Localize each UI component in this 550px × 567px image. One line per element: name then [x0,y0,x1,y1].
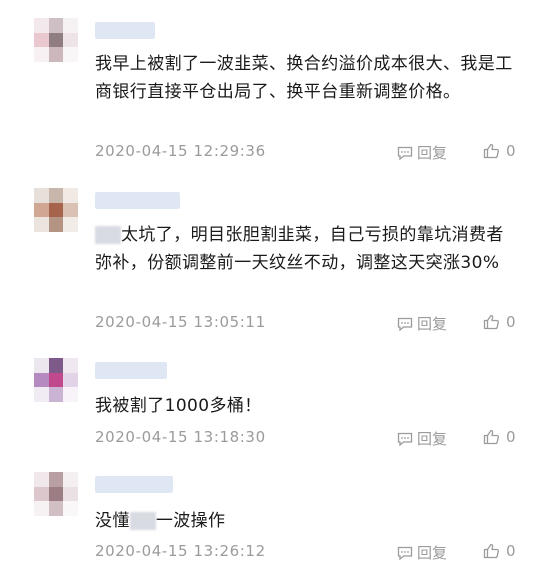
like-count: 0 [506,428,516,446]
comment-time: 2020-04-15 12:29:36 [95,142,266,160]
comment-text: 没懂 一波操作 [95,511,226,531]
comment-time: 2020-04-15 13:26:12 [95,542,266,560]
reply-label: 回复 [417,544,448,562]
username-blurred[interactable] [95,22,155,39]
comment-text: 我早上被割了一波韭菜、换合约溢价成本很大、我是工商银行直接平仓出局了、换平台重新… [95,54,513,102]
like-count: 0 [506,542,516,560]
reply-label: 回复 [417,315,448,333]
reply-label: 回复 [417,144,448,162]
comment-bubble-icon [397,146,413,160]
avatar[interactable] [34,18,78,62]
like-button[interactable]: 0 [483,313,516,331]
reply-button[interactable]: 回复 [397,142,447,163]
redacted-text [129,512,156,530]
like-button[interactable]: 0 [483,142,516,160]
avatar[interactable] [34,358,78,402]
reply-label: 回复 [417,430,448,448]
comment-time: 2020-04-15 13:05:11 [95,313,266,331]
like-button[interactable]: 0 [483,542,516,560]
like-count: 0 [506,313,516,331]
avatar[interactable] [34,472,78,516]
comment-bubble-icon [397,317,413,331]
reply-button[interactable]: 回复 [397,428,447,449]
avatar[interactable] [34,188,78,232]
comment-text: 太坑了，明目张胆割韭菜，自己亏损的靠坑消费者弥补，份额调整前一天纹丝不动，调整这… [95,225,504,273]
reply-button[interactable]: 回复 [397,313,447,334]
like-count: 0 [506,142,516,160]
thumbs-up-icon [483,143,500,159]
reply-button[interactable]: 回复 [397,542,447,563]
username-blurred[interactable] [95,362,167,379]
comment-text: 我被割了1000多桶！ [95,396,262,416]
thumbs-up-icon [483,429,500,445]
thumbs-up-icon [483,543,500,559]
like-button[interactable]: 0 [483,428,516,446]
username-blurred[interactable] [95,192,180,209]
comment-bubble-icon [397,432,413,446]
username-blurred[interactable] [95,476,173,493]
redacted-text [95,226,121,244]
comment-bubble-icon [397,546,413,560]
thumbs-up-icon [483,314,500,330]
comment-time: 2020-04-15 13:18:30 [95,428,266,446]
